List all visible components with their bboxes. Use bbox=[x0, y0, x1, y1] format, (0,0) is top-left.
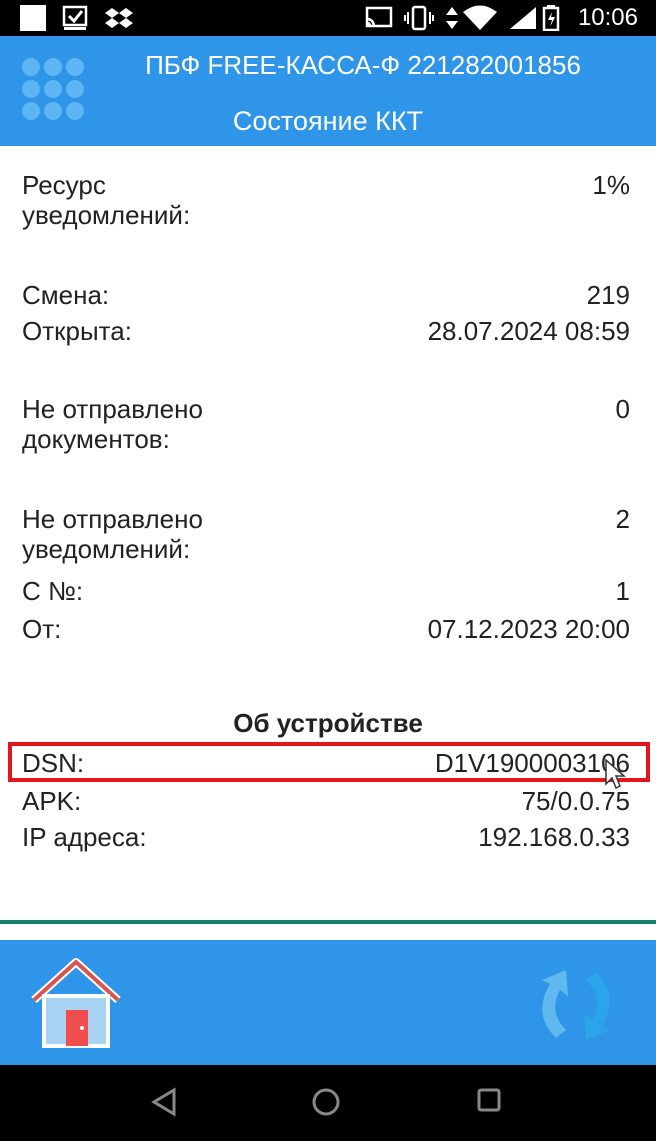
row-value: D1V1900003106 bbox=[434, 748, 630, 778]
row-label: С №: bbox=[22, 576, 84, 606]
home-nav-icon[interactable] bbox=[311, 1087, 341, 1117]
row-label: APK: bbox=[22, 786, 82, 816]
row-value: 1 bbox=[615, 576, 630, 606]
sync-icon[interactable] bbox=[526, 958, 626, 1052]
app-header: ПБФ FREE-КАССА-Ф 221282001856 Состояние … bbox=[0, 36, 656, 146]
row-label: Смена: bbox=[22, 280, 110, 310]
data-arrows-icon bbox=[446, 7, 458, 29]
row-label-line: уведомлений: bbox=[22, 200, 191, 230]
check-box-icon bbox=[62, 5, 88, 30]
home-icon[interactable] bbox=[26, 954, 126, 1054]
row-label: DSN: bbox=[22, 748, 85, 778]
page-title: ПБФ FREE-КАССА-Ф 221282001856 bbox=[145, 50, 581, 80]
page-subtitle: Состояние ККТ bbox=[232, 106, 424, 136]
kkt-status-content[interactable]: Ресурс уведомлений: 1% Смена: 219 Открыт… bbox=[0, 146, 656, 924]
header-title-wrap: ПБФ FREE-КАССА-Ф 221282001856 bbox=[0, 50, 656, 81]
dropbox-icon bbox=[105, 8, 133, 28]
row-label-line: уведомлений: bbox=[22, 534, 191, 564]
bottom-action-bar bbox=[0, 940, 656, 1065]
row-label-line: Не отправлено bbox=[22, 504, 203, 534]
phone-screen: 10:06 ПБФ FREE-КАССА-Ф 221282001856 Сост… bbox=[0, 0, 656, 1141]
row-value: 0 bbox=[615, 394, 630, 424]
row-label-line: документов: bbox=[22, 424, 170, 454]
row-value: 2 bbox=[615, 504, 630, 534]
notification-square-icon bbox=[20, 5, 46, 31]
recents-icon[interactable] bbox=[476, 1087, 502, 1113]
divider bbox=[0, 920, 656, 924]
row-value: 75/0.0.75 bbox=[521, 786, 630, 816]
system-nav-bar bbox=[0, 1065, 656, 1141]
status-bar: 10:06 bbox=[0, 0, 656, 36]
row-value: 07.12.2023 20:00 bbox=[427, 614, 630, 644]
row-label: IP адреса: bbox=[22, 822, 147, 852]
row-label: Не отправлено документов: bbox=[22, 394, 203, 454]
cast-icon bbox=[365, 6, 393, 28]
clock: 10:06 bbox=[577, 4, 638, 31]
row-label-line: Не отправлено bbox=[22, 394, 203, 424]
vibrate-icon bbox=[404, 5, 434, 31]
row-value: 192.168.0.33 bbox=[478, 822, 630, 852]
row-value: 28.07.2024 08:59 bbox=[427, 316, 630, 346]
wifi-icon bbox=[463, 5, 497, 30]
row-label-line: Ресурс bbox=[22, 170, 106, 200]
row-label: Ресурс уведомлений: bbox=[22, 170, 190, 230]
row-label: Открыта: bbox=[22, 316, 132, 346]
row-value: 1% bbox=[592, 170, 630, 200]
row-label: От: bbox=[22, 614, 62, 644]
row-label: Не отправлено уведомлений: bbox=[22, 504, 203, 564]
device-section-title: Об устройстве bbox=[233, 708, 423, 738]
battery-icon bbox=[542, 5, 560, 31]
back-icon[interactable] bbox=[150, 1087, 178, 1117]
signal-icon bbox=[510, 7, 536, 29]
row-value: 219 bbox=[586, 280, 630, 310]
